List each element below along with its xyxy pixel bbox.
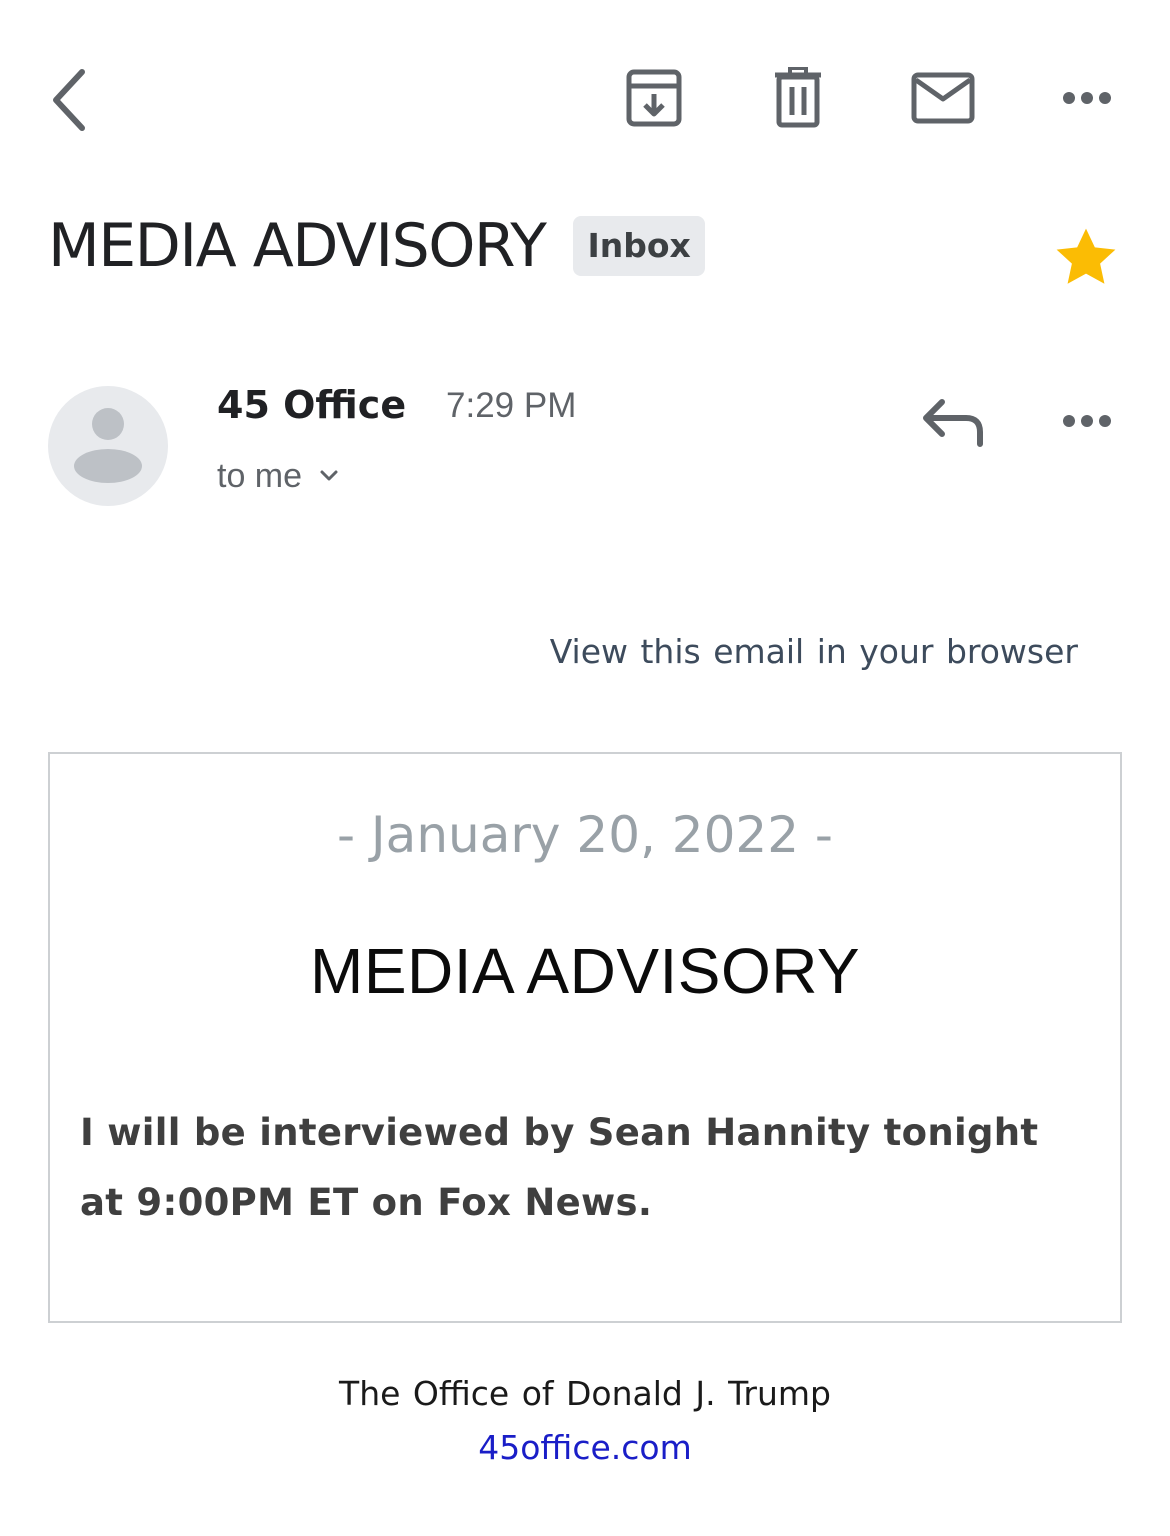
email-subject: MEDIA ADVISORY [48, 211, 547, 281]
more-options-button[interactable] [1052, 70, 1122, 126]
subject-row: MEDIA ADVISORY Inbox [48, 206, 705, 286]
footer-organization: The Office of Donald J. Trump [339, 1374, 831, 1413]
more-horiz-icon [1063, 415, 1111, 427]
message-time: 7:29 PM [446, 386, 577, 425]
reply-icon [923, 399, 983, 447]
more-horiz-icon [1063, 92, 1111, 104]
message-more-button[interactable] [1052, 396, 1122, 446]
trash-icon [775, 67, 821, 128]
advisory-date: - January 20, 2022 - [337, 806, 833, 864]
delete-button[interactable] [766, 62, 830, 134]
mail-icon [911, 72, 975, 124]
archive-button[interactable] [618, 62, 690, 134]
archive-icon [626, 69, 682, 127]
footer-website-link[interactable]: 45office.com [478, 1428, 692, 1467]
star-icon [1056, 228, 1116, 284]
label-chip-inbox[interactable]: Inbox [573, 216, 705, 276]
chevron-down-icon [320, 470, 338, 481]
email-view: MEDIA ADVISORY Inbox 45 Office 7:29 PM t… [0, 0, 1170, 1536]
back-button[interactable] [36, 60, 100, 140]
star-button[interactable] [1050, 222, 1122, 294]
recipient-details-toggle[interactable]: to me [217, 452, 342, 500]
reply-button[interactable] [918, 390, 992, 454]
chevron-left-icon [53, 69, 85, 131]
mark-unread-button[interactable] [906, 62, 980, 134]
footer-website-link-row: 45office.com [0, 1428, 1170, 1467]
sender-name[interactable]: 45 Office [217, 380, 406, 430]
person-icon [74, 408, 142, 483]
advisory-title: MEDIA ADVISORY [310, 935, 860, 1007]
recipient-label: to me [217, 456, 303, 495]
avatar[interactable] [48, 386, 168, 506]
view-in-browser-link[interactable]: View this email in your browser [400, 632, 1078, 671]
top-toolbar [0, 0, 1170, 190]
advisory-text: I will be interviewed by Sean Hannity to… [80, 1111, 1039, 1224]
